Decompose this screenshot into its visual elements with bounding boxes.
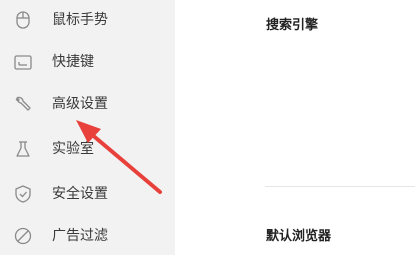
wrench-icon (12, 93, 34, 115)
sidebar-item-label: 安全设置 (52, 186, 108, 202)
section-title-search-engine: 搜索引擎 (266, 18, 319, 33)
settings-sidebar: 鼠标手势 快捷键 高级设置 实验室 安全设置 广告过滤 (0, 0, 175, 255)
keyboard-icon (12, 51, 34, 73)
shield-icon (12, 183, 34, 205)
sidebar-item-label: 高级设置 (52, 96, 108, 112)
sidebar-item-security-settings[interactable]: 安全设置 (0, 174, 175, 214)
section-title-default-browser: 默认浏览器 (266, 229, 332, 244)
sidebar-item-advanced-settings[interactable]: 高级设置 (0, 84, 175, 124)
sidebar-item-label: 实验室 (52, 141, 94, 157)
sidebar-item-label: 快捷键 (52, 54, 94, 70)
sidebar-item-lab[interactable]: 实验室 (0, 129, 175, 169)
sidebar-item-label: 广告过滤 (52, 228, 108, 244)
settings-main-panel: 搜索引擎 默认浏览器 (175, 0, 420, 255)
flask-icon (12, 138, 34, 160)
section-divider (265, 186, 415, 187)
block-icon (12, 225, 34, 247)
mouse-icon (12, 9, 34, 31)
sidebar-item-label: 鼠标手势 (52, 12, 108, 28)
sidebar-item-mouse-gestures[interactable]: 鼠标手势 (0, 0, 175, 40)
sidebar-item-ad-filter[interactable]: 广告过滤 (0, 216, 175, 256)
sidebar-item-shortcuts[interactable]: 快捷键 (0, 42, 175, 82)
